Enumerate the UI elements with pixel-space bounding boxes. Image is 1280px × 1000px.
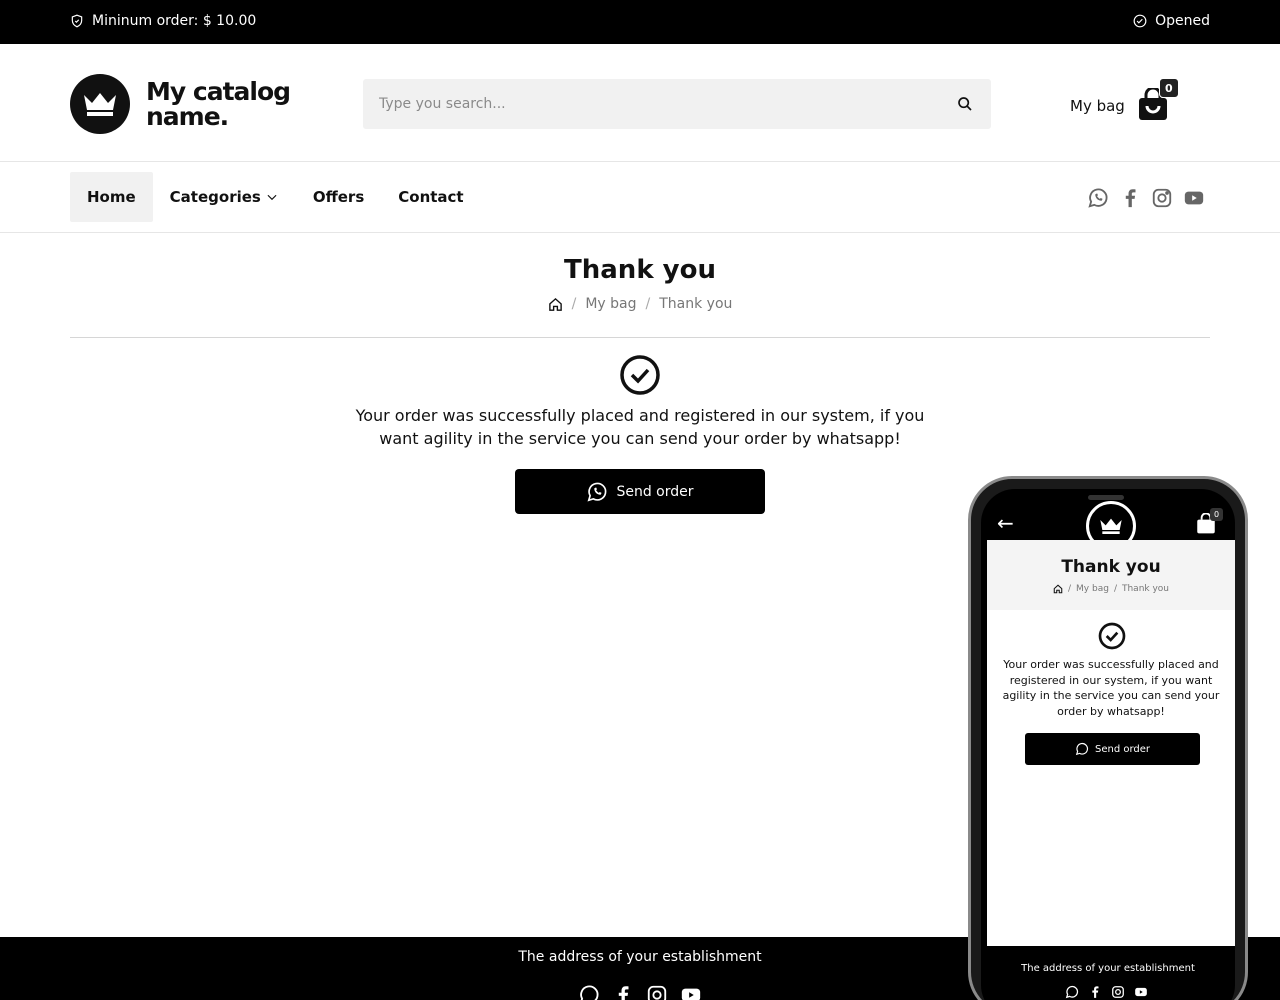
store-status: Opened	[1133, 13, 1210, 29]
store-status-text: Opened	[1155, 13, 1210, 29]
breadcrumb-current: Thank you	[1121, 584, 1170, 594]
home-icon[interactable]	[548, 297, 563, 312]
nav-item-label: Categories	[169, 188, 261, 206]
nav-item-label: Contact	[398, 188, 464, 206]
home-icon	[1053, 584, 1063, 594]
whatsapp-icon[interactable]	[578, 984, 600, 1000]
search-icon[interactable]	[957, 96, 973, 112]
breadcrumb-current: Thank you	[659, 296, 733, 312]
logo[interactable]: My catalog name.	[70, 74, 296, 134]
nav-item-home[interactable]: Home	[70, 172, 153, 222]
send-order-label: Send order	[1094, 743, 1151, 755]
bag-button[interactable]: My bag 0	[1070, 78, 1179, 124]
youtube-icon[interactable]	[1183, 187, 1205, 209]
breadcrumb-my-bag: My bag	[1076, 584, 1109, 594]
divider	[70, 337, 1210, 338]
instagram-icon	[1112, 986, 1124, 998]
breadcrumb-separator: /	[645, 296, 651, 312]
send-order-button[interactable]: Send order	[515, 469, 765, 514]
search-bar	[363, 79, 991, 129]
success-message: Your order was successfully placed and r…	[355, 406, 925, 448]
phone-footer-address: The address of your establishment	[1021, 963, 1195, 974]
phone-mockup: ← 0 Thank you / My bag / Thank you Your …	[968, 476, 1248, 1000]
breadcrumb-my-bag[interactable]: My bag	[585, 296, 636, 312]
chevron-down-icon	[267, 194, 277, 201]
instagram-icon[interactable]	[1151, 187, 1173, 209]
phone-success-message: Your order was successfully placed and r…	[1002, 658, 1220, 718]
breadcrumb-separator: /	[1067, 584, 1072, 594]
nav-item-offers[interactable]: Offers	[296, 172, 381, 222]
youtube-icon[interactable]	[680, 984, 702, 1000]
phone-breadcrumb: / My bag / Thank you	[987, 584, 1235, 594]
social-links	[1087, 187, 1205, 209]
check-circle-icon	[1133, 14, 1147, 28]
phone-page-title: Thank you	[1061, 557, 1161, 577]
bag-label: My bag	[1070, 97, 1125, 115]
whatsapp-icon	[587, 482, 607, 501]
phone-screen: ← 0 Thank you / My bag / Thank you Your …	[981, 489, 1235, 1000]
instagram-icon[interactable]	[646, 984, 668, 1000]
facebook-icon[interactable]	[612, 984, 634, 1000]
nav-item-label: Home	[87, 188, 136, 206]
minimum-order: Mininum order: $ 10.00	[70, 13, 256, 29]
nav-item-categories[interactable]: Categories	[153, 172, 296, 222]
back-arrow-icon: ←	[997, 511, 1014, 535]
bag-count-badge: 0	[1158, 78, 1179, 98]
page-title: Thank you	[564, 255, 716, 285]
phone-notch	[1088, 495, 1124, 500]
crown-icon	[70, 74, 130, 134]
breadcrumb-separator: /	[571, 296, 577, 312]
nav-item-label: Offers	[312, 188, 365, 206]
facebook-icon[interactable]	[1119, 187, 1141, 209]
nav-item-contact[interactable]: Contact	[381, 172, 480, 222]
bag-count-badge: 0	[1210, 508, 1223, 521]
phone-page-header: Thank you / My bag / Thank you	[987, 540, 1235, 610]
send-order-label: Send order	[616, 483, 694, 500]
youtube-icon	[1135, 987, 1147, 997]
shopping-bag-icon: 0	[1137, 78, 1179, 124]
top-bar: Mininum order: $ 10.00 Opened	[0, 0, 1280, 44]
phone-social-links	[1065, 985, 1148, 999]
facebook-icon	[1092, 986, 1099, 998]
whatsapp-icon	[1065, 985, 1079, 999]
shield-icon	[71, 14, 83, 28]
phone-content: Thank you / My bag / Thank you Your orde…	[987, 540, 1235, 946]
logo-text: My catalog name.	[146, 77, 291, 131]
check-circle-icon	[1098, 622, 1126, 650]
check-circle-icon	[620, 355, 660, 395]
phone-send-order-button: Send order	[1025, 733, 1200, 765]
main-nav: Home Categories Offers Contact	[0, 163, 1280, 233]
minimum-order-text: Mininum order: $ 10.00	[92, 13, 257, 29]
search-input[interactable]	[363, 79, 933, 129]
breadcrumb: / My bag / Thank you	[0, 296, 1280, 312]
header: My catalog name. My bag 0	[0, 44, 1280, 162]
whatsapp-icon[interactable]	[1087, 187, 1109, 209]
footer-social-links	[578, 984, 702, 1000]
whatsapp-icon	[1075, 742, 1089, 756]
breadcrumb-separator: /	[1113, 584, 1117, 594]
